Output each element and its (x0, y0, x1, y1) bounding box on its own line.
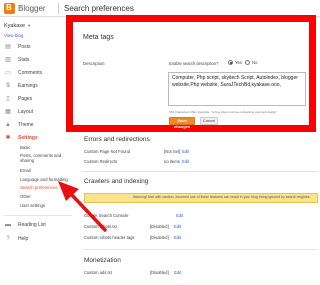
edit-link[interactable]: Edit (174, 235, 181, 240)
sidebar-item-label: Stats (18, 57, 30, 63)
sidebar-item-stats[interactable]: ▥ Stats (0, 55, 76, 65)
save-changes-button[interactable]: Save changes (169, 117, 195, 129)
sidebar-item-label: Pages (18, 96, 33, 102)
sidebar-item-theme[interactable]: ▲ Theme (0, 120, 76, 130)
sidebar-item-posts[interactable]: ▤ Posts (0, 42, 76, 52)
sidebar-item-label: Layout (18, 109, 34, 115)
settings-sub-other[interactable]: Other (20, 194, 31, 199)
blogger-logo-icon[interactable]: B (4, 3, 15, 14)
radio-no[interactable] (245, 60, 250, 65)
sidebar-item-label: Earnings (18, 83, 38, 89)
setting-row-custom-404: Custom Page Not Found [Not Set] Edit (84, 149, 254, 157)
setting-value: [Disabled] (150, 224, 169, 229)
settings-sub-search-preferences[interactable]: Search preferences (20, 185, 58, 190)
warning-text: Warning! Use with caution. Incorrect use… (133, 195, 311, 199)
topbar-divider (58, 3, 59, 14)
sidebar-item-label: Posts (18, 44, 31, 50)
help-icon: ? (6, 236, 10, 242)
caret-down-icon: ▼ (27, 23, 32, 28)
setting-row-search-console: Google Search Console Edit (84, 213, 254, 221)
pages-icon: ▯ (6, 96, 10, 102)
sidebar-item-label: Settings (18, 135, 38, 141)
description-hint: 150 Characters Max. Example: "a blog abo… (169, 110, 278, 114)
sidebar-item-pages[interactable]: ▯ Pages (0, 94, 76, 104)
edit-link[interactable]: Edit (174, 224, 181, 229)
gear-icon: ✱ (5, 135, 11, 141)
setting-label: Custom Page Not Found (84, 149, 131, 154)
setting-row-robots-header: Custom robots header tags [Disabled] Edi… (84, 235, 254, 243)
sidebar-item-label: Theme (18, 122, 34, 128)
setting-label: Google Search Console (84, 213, 129, 218)
view-blog-link[interactable]: View blog (4, 33, 23, 38)
section-title-meta-tags: Meta tags (83, 34, 114, 41)
setting-value: [Not Set] (164, 149, 181, 154)
setting-row-custom-redirects: Custom Redirects no items Edit (84, 159, 254, 167)
sidebar-item-layout[interactable]: ▦ Layout (0, 107, 76, 117)
earnings-icon: $ (6, 83, 10, 89)
sidebar-item-help[interactable]: ? Help (0, 234, 76, 244)
edit-link[interactable]: Edit (174, 270, 181, 275)
radio-yes[interactable] (228, 60, 233, 65)
setting-label: Custom Redirects (84, 159, 118, 164)
theme-icon: ▲ (5, 122, 11, 128)
settings-sub-user-settings[interactable]: User settings (20, 203, 45, 208)
section-title-errors: Errors and redirections (84, 136, 150, 143)
enable-description-question: Enable search description? (169, 61, 219, 66)
sidebar-item-reading-list[interactable]: ▬ Reading List (0, 220, 76, 230)
stats-icon: ▥ (5, 57, 11, 63)
settings-sub-language[interactable]: Language and formatting (20, 177, 68, 182)
setting-value: no items (164, 159, 180, 164)
settings-sub-email[interactable]: Email (20, 168, 31, 173)
cancel-button[interactable]: Cancel (200, 117, 218, 125)
setting-label: Custom robots header tags (84, 235, 135, 240)
page-title: Search preferences (64, 4, 134, 13)
layout-icon: ▦ (5, 109, 11, 115)
sidebar-item-comments[interactable]: ▭ Comments (0, 68, 76, 78)
setting-row-ads-txt: Custom ads.txt [Disabled] Edit (84, 270, 254, 278)
sidebar-item-settings[interactable]: ✱ Settings (0, 133, 76, 143)
edit-link[interactable]: Edit (182, 149, 189, 154)
section-title-crawlers: Crawlers and indexing (84, 178, 149, 185)
edit-link[interactable]: Edit (176, 213, 183, 218)
search-description-textarea[interactable]: Computer, Php script, skyitech Script, A… (168, 72, 306, 106)
settings-sub-posts-comments[interactable]: Posts, comments and sharing (20, 153, 76, 163)
sidebar-divider (4, 215, 72, 216)
blog-selector[interactable]: Kyakase ▼ (4, 23, 31, 29)
posts-icon: ▤ (5, 44, 11, 50)
radio-no-label[interactable]: No (252, 60, 258, 65)
sidebar-item-label: Reading List (18, 222, 46, 228)
setting-value: [Disabled] (150, 235, 169, 240)
comments-icon: ▭ (5, 70, 11, 76)
sidebar-item-label: Help (18, 236, 29, 242)
edit-link[interactable]: Edit (182, 159, 189, 164)
radio-yes-label[interactable]: Yes (235, 60, 242, 65)
section-divider (82, 171, 318, 172)
setting-label: Custom ads.txt (84, 270, 112, 275)
reading-list-icon: ▬ (5, 222, 11, 228)
settings-sub-basic[interactable]: Basic (20, 145, 31, 150)
setting-value: [Disabled] (150, 270, 169, 275)
meta-tags-panel: Meta tags Description Enable search desc… (66, 15, 316, 132)
description-label: Description (83, 61, 105, 66)
blog-name: Kyakase (4, 23, 26, 29)
warning-banner: Warning! Use with caution. Incorrect use… (84, 193, 318, 203)
setting-row-robots-txt: Custom robots.txt [Disabled] Edit (84, 224, 254, 232)
sidebar-item-earnings[interactable]: $ Earnings (0, 81, 76, 91)
setting-label: Custom robots.txt (84, 224, 117, 229)
sidebar: Kyakase ▼ View blog ▤ Posts ▥ Stats ▭ Com… (0, 18, 76, 285)
sidebar-item-label: Comments (18, 70, 43, 76)
brand-name[interactable]: Blogger (18, 4, 46, 13)
section-divider (82, 249, 318, 250)
section-title-monetization: Monetization (84, 257, 121, 264)
